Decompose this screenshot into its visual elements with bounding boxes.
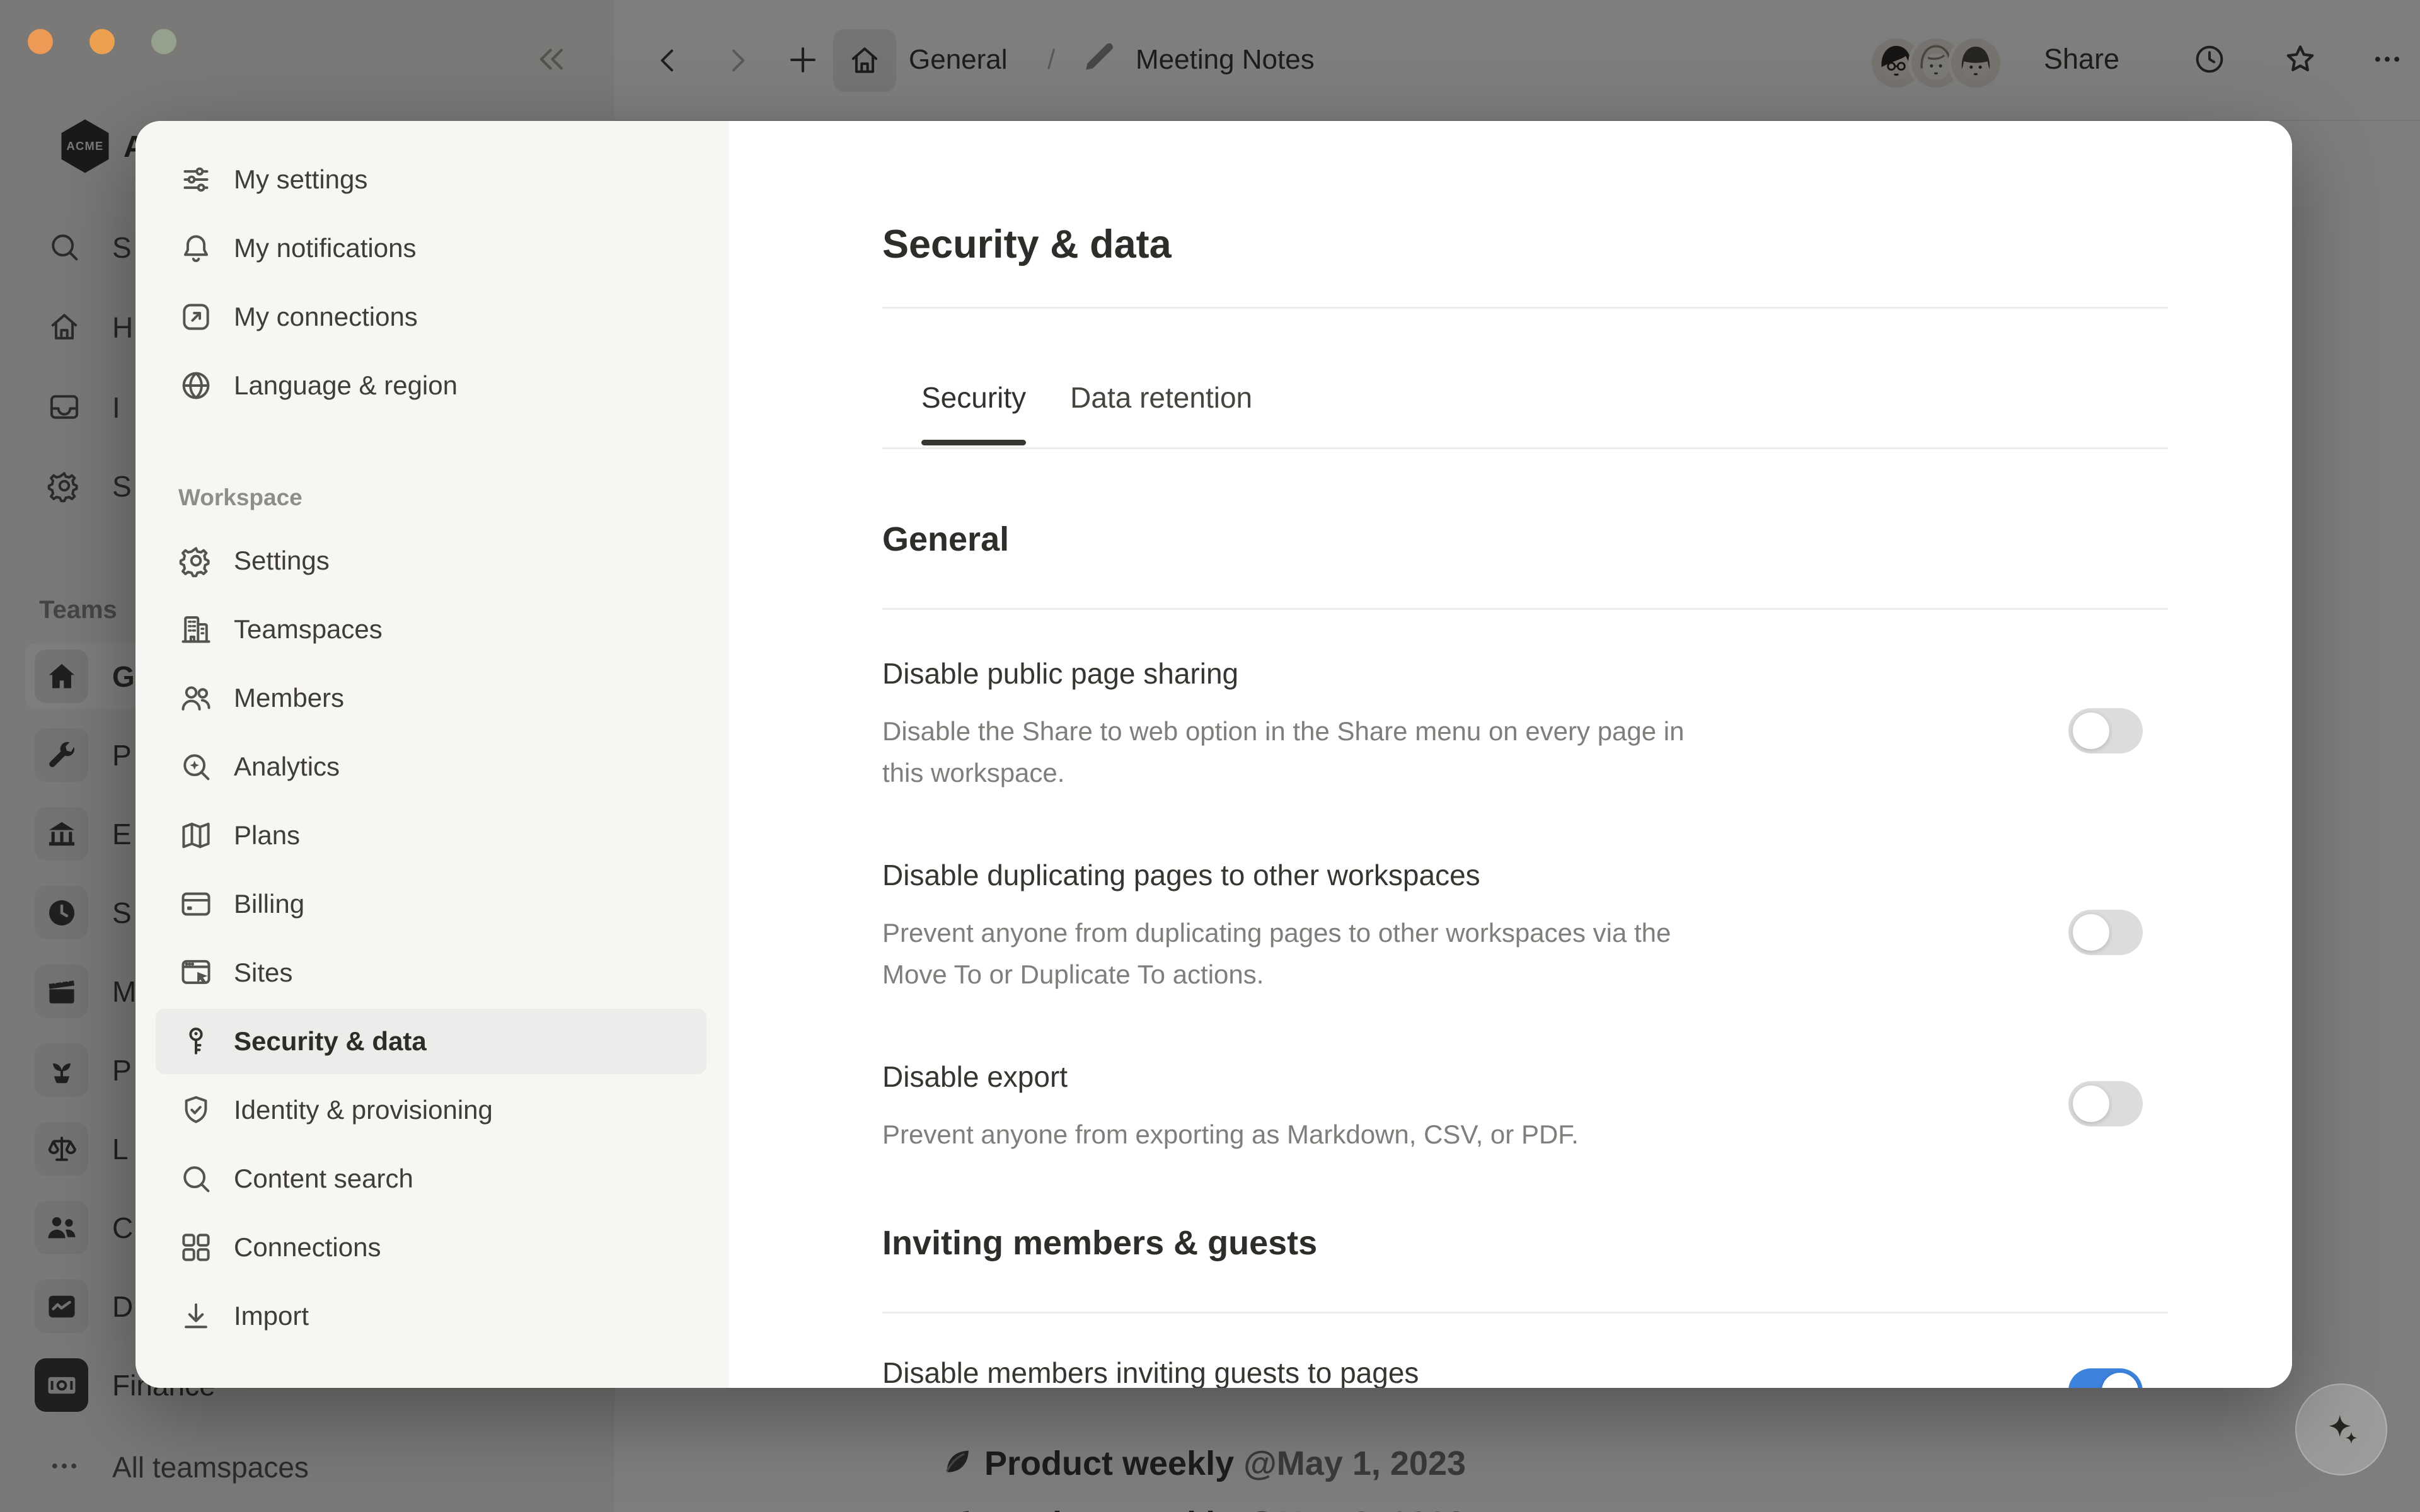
nav-item-label: My notifications [234, 233, 416, 263]
zoom-window-button[interactable] [151, 29, 176, 54]
settings-nav-my-settings[interactable]: My settings [156, 147, 706, 212]
nav-item-label: Settings [234, 546, 330, 576]
settings-nav-content-search[interactable]: Content search [156, 1146, 706, 1211]
map-icon [178, 818, 214, 853]
close-window-button[interactable] [28, 29, 53, 54]
nav-item-label: Billing [234, 889, 304, 919]
sliders-icon [178, 162, 214, 197]
download-icon [178, 1298, 214, 1334]
settings-nav-security-data[interactable]: Security & data [156, 1009, 706, 1074]
magnifier-sparkle-icon [178, 749, 214, 784]
setting-label: Disable members inviting guests to pages [882, 1356, 1419, 1388]
nav-item-label: Connections [234, 1232, 381, 1263]
globe-icon [178, 368, 214, 403]
search-icon [178, 1161, 214, 1196]
sparkle-icon [2320, 1409, 2362, 1450]
settings-content: Security & data Security Data retention … [729, 121, 2292, 1388]
nav-item-label: Sites [234, 958, 292, 988]
divider [882, 447, 2168, 449]
tab-data-retention[interactable]: Data retention [1070, 381, 1252, 415]
toggle-disable-public-sharing[interactable] [2068, 708, 2143, 753]
divider [882, 1312, 2168, 1314]
section-heading-inviting: Inviting members & guests [882, 1223, 1317, 1263]
settings-nav-identity-provisioning[interactable]: Identity & provisioning [156, 1077, 706, 1143]
gear-icon [178, 543, 214, 578]
nav-item-label: Security & data [234, 1026, 427, 1057]
toggle-disable-duplicating[interactable] [2068, 910, 2143, 955]
nav-item-label: Identity & provisioning [234, 1095, 493, 1125]
browser-cursor-icon [178, 955, 214, 990]
nav-item-label: Members [234, 683, 344, 713]
nav-item-label: Content search [234, 1164, 413, 1194]
nav-item-label: Teamspaces [234, 614, 383, 644]
toggle-disable-guest-invites[interactable] [2068, 1368, 2143, 1388]
minimize-window-button[interactable] [89, 29, 115, 54]
settings-modal: My settings My notifications My connecti… [135, 121, 2292, 1388]
tab-bar: Security Data retention [921, 381, 1252, 415]
toggle-disable-export[interactable] [2068, 1081, 2143, 1126]
credit-card-icon [178, 886, 214, 922]
window-controls [28, 29, 176, 54]
settings-nav-teamspaces[interactable]: Teamspaces [156, 597, 706, 662]
workspace-section-header: Workspace [178, 484, 729, 512]
settings-nav-language-region[interactable]: Language & region [156, 353, 706, 418]
building-icon [178, 612, 214, 647]
ai-assistant-button[interactable] [2295, 1383, 2387, 1475]
nav-item-label: Import [234, 1301, 309, 1331]
people-icon [178, 680, 214, 716]
setting-description: Disable the Share to web option in the S… [882, 711, 1727, 794]
settings-nav-members[interactable]: Members [156, 665, 706, 731]
settings-nav-analytics[interactable]: Analytics [156, 734, 706, 799]
settings-nav-import[interactable]: Import [156, 1283, 706, 1349]
section-heading-general: General [882, 520, 1009, 559]
settings-nav-sites[interactable]: Sites [156, 940, 706, 1005]
settings-nav-billing[interactable]: Billing [156, 871, 706, 937]
divider [882, 307, 2168, 309]
settings-nav-connections[interactable]: Connections [156, 1215, 706, 1280]
settings-nav-settings[interactable]: Settings [156, 528, 706, 593]
setting-description: Prevent anyone from duplicating pages to… [882, 912, 1727, 995]
settings-nav-my-connections[interactable]: My connections [156, 284, 706, 350]
tab-security[interactable]: Security [921, 381, 1026, 415]
arrow-up-right-box-icon [178, 299, 214, 335]
setting-label: Disable duplicating pages to other works… [882, 858, 1480, 892]
setting-label: Disable export [882, 1060, 1068, 1094]
grid-icon [178, 1230, 214, 1265]
nav-item-label: Analytics [234, 752, 340, 782]
notion-app-window: ACME A S H I S Teams G P E S M P L C D F… [0, 0, 2420, 1512]
nav-item-label: My settings [234, 164, 367, 195]
key-icon [178, 1024, 214, 1059]
nav-item-label: My connections [234, 302, 418, 332]
settings-nav-panel: My settings My notifications My connecti… [135, 121, 729, 1388]
divider [882, 608, 2168, 610]
page-title: Security & data [882, 222, 1172, 267]
setting-label: Disable public page sharing [882, 656, 1238, 690]
settings-nav-my-notifications[interactable]: My notifications [156, 215, 706, 281]
nav-item-label: Plans [234, 820, 300, 850]
settings-nav-plans[interactable]: Plans [156, 803, 706, 868]
collapse-sidebar-icon[interactable] [533, 40, 570, 78]
nav-item-label: Language & region [234, 370, 458, 401]
bell-icon [178, 231, 214, 266]
shield-check-icon [178, 1092, 214, 1128]
setting-description: Prevent anyone from exporting as Markdow… [882, 1114, 1727, 1155]
